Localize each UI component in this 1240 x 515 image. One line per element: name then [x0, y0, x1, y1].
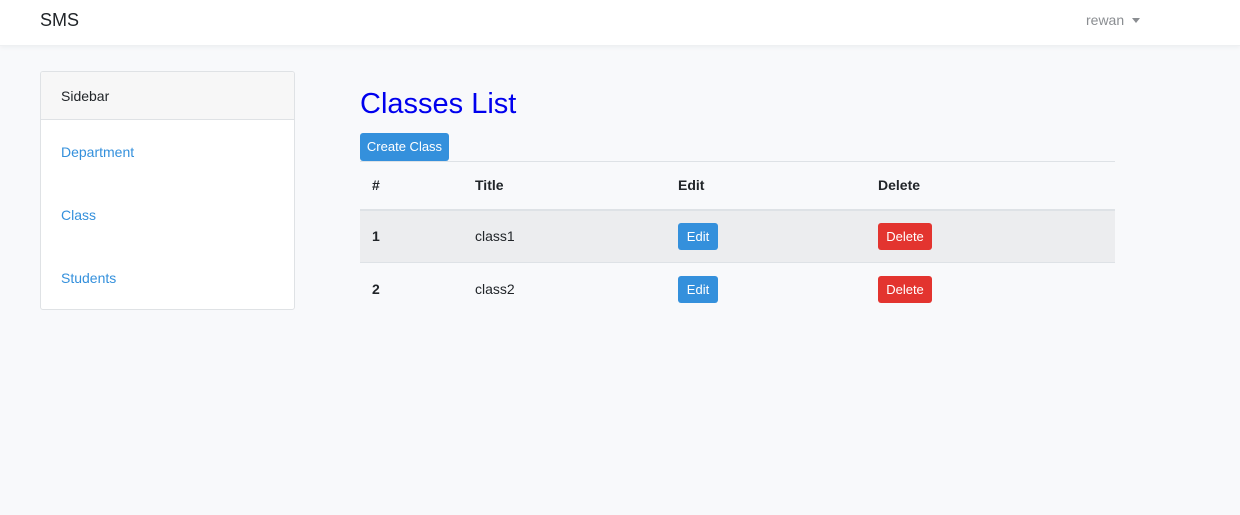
brand-logo[interactable]: SMS — [40, 10, 79, 31]
sidebar-item-students[interactable]: Students — [61, 270, 116, 286]
header-delete: Delete — [866, 161, 1115, 211]
table-row: 2 class2 Edit Delete — [360, 262, 1115, 316]
header-edit: Edit — [666, 161, 866, 211]
row-number: 2 — [360, 262, 463, 316]
sidebar: Sidebar Department Class Students — [40, 71, 295, 310]
header-title: Title — [463, 161, 666, 211]
row-title: class2 — [463, 262, 666, 316]
row-title: class1 — [463, 209, 666, 263]
page-title: Classes List — [360, 88, 517, 120]
classes-table: # Title Edit Delete 1 class1 Edit Delete… — [360, 161, 1115, 316]
table-row: 1 class1 Edit Delete — [360, 209, 1115, 263]
sidebar-item-department[interactable]: Department — [61, 144, 134, 160]
table-header-row: # Title Edit Delete — [360, 161, 1115, 211]
row-number: 1 — [360, 209, 463, 263]
sidebar-header: Sidebar — [41, 72, 294, 120]
edit-button[interactable]: Edit — [678, 275, 718, 303]
delete-button[interactable]: Delete — [878, 275, 932, 303]
create-class-button[interactable]: Create Class — [360, 133, 449, 161]
caret-down-icon — [1132, 18, 1141, 23]
user-name: rewan — [1086, 12, 1125, 28]
delete-button[interactable]: Delete — [878, 222, 932, 250]
top-navbar: SMS rewan — [0, 0, 1240, 46]
user-dropdown[interactable]: rewan — [1086, 12, 1141, 28]
edit-button[interactable]: Edit — [678, 222, 718, 250]
header-number: # — [360, 161, 463, 211]
sidebar-item-class[interactable]: Class — [61, 207, 96, 223]
